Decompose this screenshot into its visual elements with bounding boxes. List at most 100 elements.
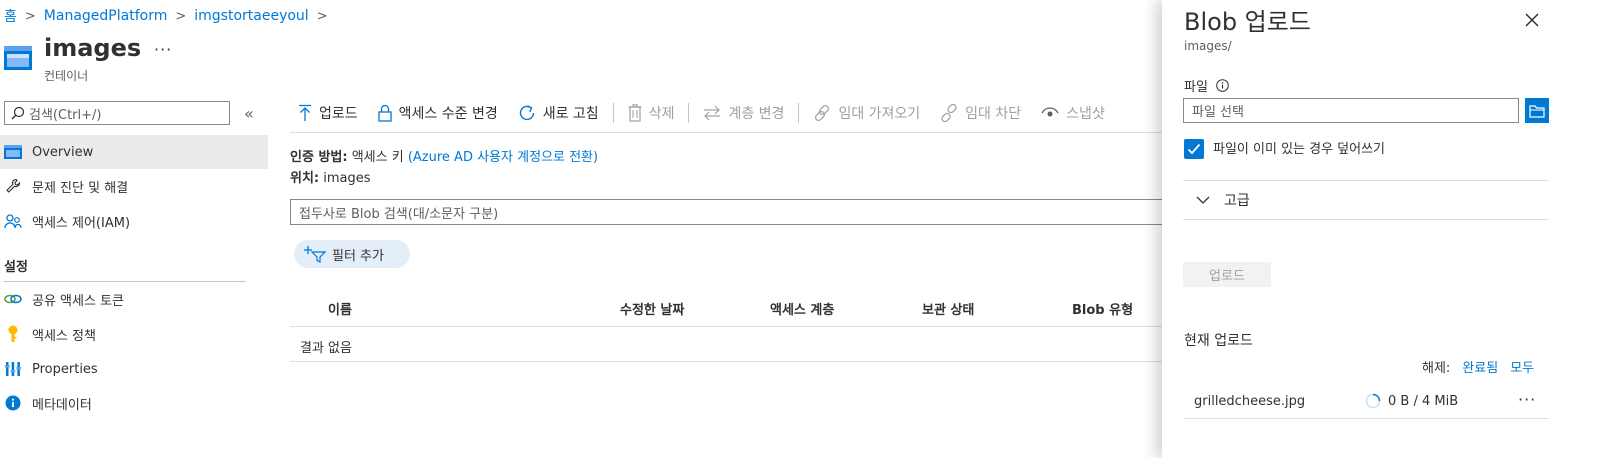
swap-icon [703, 105, 721, 121]
search-icon [11, 106, 25, 120]
info-icon [4, 394, 22, 412]
close-icon[interactable] [1522, 10, 1542, 30]
toolbar-divider [688, 103, 690, 123]
file-input-placeholder: 파일 선택 [1192, 105, 1244, 120]
wrench-icon [4, 177, 22, 195]
location-value: images [323, 171, 371, 186]
advanced-section-toggle[interactable]: 고급 [1196, 190, 1250, 210]
broken-link-icon [940, 104, 958, 122]
clear-all-link[interactable]: 모두 [1510, 357, 1534, 376]
switch-to-azure-ad-link[interactable]: (Azure AD 사용자 계정으로 전환) [408, 150, 598, 165]
breadcrumb-home[interactable]: 홈 [4, 6, 17, 26]
add-filter-icon [304, 245, 326, 263]
toolbar-label: 삭제 [648, 106, 675, 122]
chevron-down-icon [1196, 196, 1210, 204]
file-field-label: 파일 [1184, 76, 1229, 95]
breadcrumb: 홈 > ManagedPlatform > imgstortaeeyoul > [4, 6, 328, 26]
divider [290, 132, 1162, 133]
current-uploads-header: 현재 업로드 [1184, 333, 1253, 349]
info-icon[interactable] [1216, 79, 1229, 92]
overwrite-checkbox[interactable] [1184, 139, 1204, 159]
column-header-access-tier[interactable]: 액세스 계층 [770, 299, 834, 318]
column-header-modified[interactable]: 수정한 날짜 [620, 299, 684, 318]
sidebar-item-label: Overview [32, 144, 94, 160]
toolbar-divider [798, 103, 800, 123]
auth-method: 인증 방법: 액세스 키 (Azure AD 사용자 계정으로 전환) [290, 146, 598, 165]
location: 위치: images [290, 167, 371, 186]
add-filter-label: 필터 추가 [332, 248, 384, 264]
file-select-input[interactable]: 파일 선택 [1183, 98, 1519, 123]
key-icon [4, 325, 22, 343]
upload-file-name: grilledcheese.jpg [1194, 394, 1306, 409]
snapshot-button[interactable]: 스냅샷 [1031, 98, 1105, 128]
sidebar-item-overview[interactable]: Overview [0, 135, 268, 169]
change-tier-button[interactable]: 계층 변경 [693, 98, 794, 128]
upload-more-button[interactable]: ··· [1518, 390, 1536, 409]
overwrite-label[interactable]: 파일이 이미 있는 경우 덮어쓰기 [1213, 138, 1385, 157]
refresh-icon [518, 104, 536, 122]
collapse-sidebar-button[interactable]: « [244, 104, 254, 123]
change-access-level-button[interactable]: 액세스 수준 변경 [368, 98, 508, 128]
upload-submit-button[interactable]: 업로드 [1183, 262, 1271, 287]
container-icon [4, 46, 32, 70]
link-icon [4, 290, 22, 308]
toolbar-label: 액세스 수준 변경 [398, 106, 498, 122]
checkmark-icon [1187, 143, 1201, 155]
sidebar-item-label: 액세스 제어(IAM) [32, 215, 131, 231]
sidebar-item-label: 공유 액세스 토큰 [32, 293, 124, 309]
upload-icon [298, 104, 312, 122]
trash-icon [628, 104, 642, 122]
sidebar-item-label: Properties [32, 361, 98, 377]
sidebar-item-sas[interactable]: 공유 액세스 토큰 [0, 282, 268, 316]
clear-completed-link[interactable]: 완료됨 [1462, 357, 1498, 376]
toolbar-label: 새로 고침 [542, 106, 599, 122]
breadcrumb-storage-account[interactable]: imgstortaeeyoul [194, 8, 308, 24]
divider [290, 361, 1162, 362]
sidebar-item-access-policy[interactable]: 액세스 정책 [0, 317, 268, 351]
sidebar-search-placeholder: 검색(Ctrl+/) [29, 107, 102, 123]
sidebar-search-input[interactable]: 검색(Ctrl+/) [4, 101, 230, 125]
divider [290, 326, 1162, 327]
lock-icon [377, 104, 392, 122]
browse-files-button[interactable] [1525, 98, 1549, 123]
breadcrumb-resource-group[interactable]: ManagedPlatform [44, 8, 168, 24]
people-icon [4, 212, 22, 230]
sidebar-item-iam[interactable]: 액세스 제어(IAM) [0, 204, 268, 238]
chevron-right-icon: > [24, 8, 36, 24]
upload-button[interactable]: 업로드 [290, 98, 368, 128]
no-results-text: 결과 없음 [300, 341, 352, 356]
upload-progress-text: 0 B / 4 MiB [1388, 394, 1459, 409]
chevron-right-icon: > [175, 8, 187, 24]
more-options-button[interactable]: ··· [154, 40, 172, 59]
toolbar-label: 임대 차단 [965, 106, 1022, 122]
sidebar-item-properties[interactable]: Properties [0, 352, 268, 386]
auth-value: 액세스 키 [351, 150, 404, 165]
divider [1183, 219, 1549, 220]
folder-icon [1529, 104, 1545, 118]
add-filter-button[interactable]: 필터 추가 [294, 240, 410, 268]
panel-title: Blob 업로드 [1184, 8, 1311, 36]
file-label: 파일 [1184, 80, 1208, 95]
toolbar-label: 임대 가져오기 [838, 106, 921, 122]
properties-icon [4, 360, 22, 378]
delete-button[interactable]: 삭제 [618, 98, 685, 128]
sidebar-item-metadata[interactable]: 메타데이터 [0, 386, 268, 420]
refresh-button[interactable]: 새로 고침 [508, 98, 609, 128]
command-bar: 업로드 액세스 수준 변경 새로 고침 삭제 계층 변경 임대 가져오기 임대 … [290, 98, 1105, 128]
column-header-blob-type[interactable]: Blob 유형 [1072, 299, 1133, 318]
column-header-name[interactable]: 이름 [328, 299, 352, 318]
divider [1183, 180, 1549, 181]
sidebar-item-diagnose[interactable]: 문제 진단 및 해결 [0, 169, 268, 203]
toolbar-divider [612, 103, 614, 123]
sidebar-item-label: 문제 진단 및 해결 [32, 180, 129, 196]
chain-link-icon [813, 104, 831, 122]
sidebar-item-label: 액세스 정책 [32, 328, 96, 344]
blob-search-input[interactable]: 접두사로 Blob 검색(대/소문자 구분) [290, 199, 1170, 225]
advanced-label: 고급 [1224, 193, 1250, 209]
toolbar-label: 계층 변경 [728, 106, 785, 122]
acquire-lease-button[interactable]: 임대 가져오기 [803, 98, 930, 128]
break-lease-button[interactable]: 임대 차단 [930, 98, 1031, 128]
auth-label: 인증 방법: [290, 150, 348, 165]
column-header-archive-status[interactable]: 보관 상태 [922, 299, 974, 318]
page-subtitle: 컨테이너 [44, 69, 89, 83]
